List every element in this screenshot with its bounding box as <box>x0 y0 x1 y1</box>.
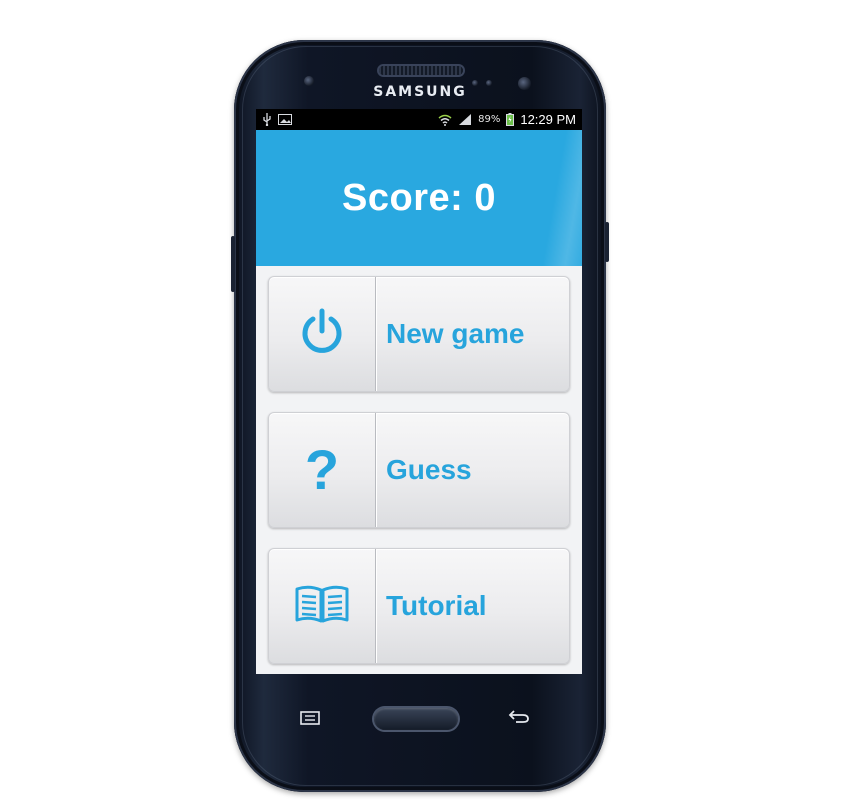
main-menu: New game ? Guess Tutorial <box>256 266 582 664</box>
menu-icon-cell: ? <box>269 413 376 527</box>
power-icon <box>299 307 345 361</box>
book-icon <box>294 583 350 629</box>
question-icon: ? <box>304 438 340 501</box>
battery-icon <box>506 113 515 126</box>
status-bar: 89% 12:29 PM <box>256 109 582 130</box>
battery-percent: 89% <box>478 114 501 125</box>
earpiece-speaker <box>379 66 463 75</box>
usb-icon <box>262 113 272 126</box>
new-game-label: New game <box>386 318 525 349</box>
brand-logo: SAMSUNG <box>373 84 467 100</box>
guess-label: Guess <box>386 454 472 485</box>
menu-icon-cell <box>269 277 376 391</box>
tutorial-label: Tutorial <box>386 590 487 621</box>
tutorial-button[interactable]: Tutorial <box>268 548 570 664</box>
menu-icon-cell <box>269 549 376 663</box>
stage: SAMSUNG 89% 12:29 PM Score: 0 New game ?… <box>0 0 842 800</box>
guess-button[interactable]: ? Guess <box>268 412 570 528</box>
menu-icon[interactable] <box>300 710 320 729</box>
status-clock: 12:29 PM <box>520 112 576 127</box>
signal-icon <box>458 113 472 126</box>
power-button[interactable] <box>605 222 609 262</box>
image-icon <box>278 114 292 125</box>
home-button[interactable] <box>374 708 458 730</box>
score-label: Score: 0 <box>342 176 496 219</box>
volume-button[interactable] <box>231 236 235 292</box>
score-header: Score: 0 <box>256 130 582 266</box>
screen: 89% 12:29 PM Score: 0 New game ? Guess T… <box>256 109 582 674</box>
wifi-icon <box>438 114 452 126</box>
new-game-button[interactable]: New game <box>268 276 570 392</box>
phone-frame: SAMSUNG 89% 12:29 PM Score: 0 New game ?… <box>231 40 609 792</box>
back-icon[interactable] <box>508 708 530 728</box>
